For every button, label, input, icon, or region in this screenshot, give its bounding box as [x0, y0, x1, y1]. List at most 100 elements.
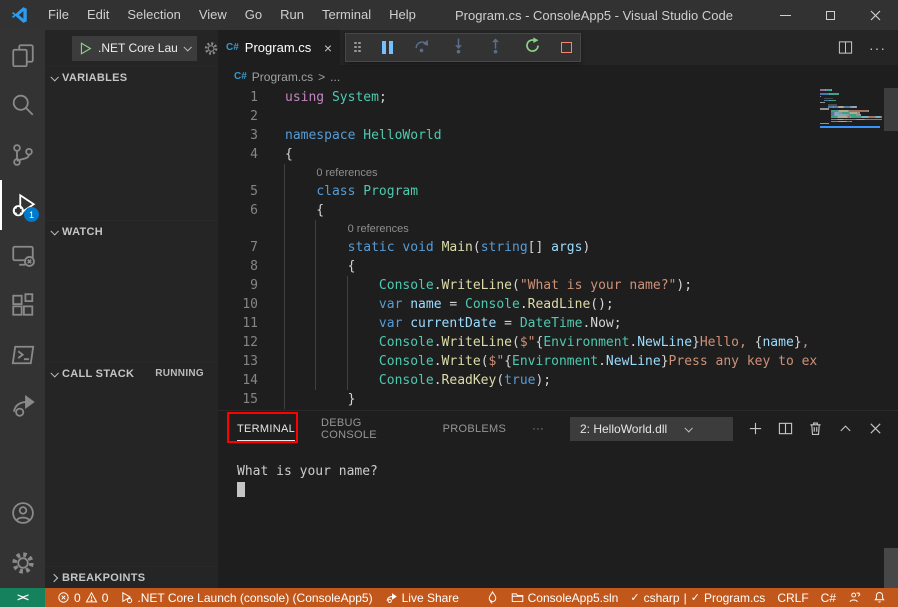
- section-breakpoints[interactable]: BREAKPOINTS: [45, 566, 218, 588]
- launch-config-dropdown[interactable]: .NET Core Lau: [72, 35, 197, 61]
- editor-scrollbar[interactable]: [884, 88, 898, 131]
- codelens-references[interactable]: 0 references: [348, 220, 409, 238]
- eol-status[interactable]: CRLF: [771, 591, 814, 605]
- split-terminal-button[interactable]: [778, 421, 793, 436]
- panel-more-tabs[interactable]: ···: [532, 411, 544, 446]
- split-editor-icon[interactable]: [838, 40, 853, 55]
- breadcrumb-file[interactable]: Program.cs: [252, 70, 313, 84]
- watch-label: WATCH: [62, 225, 104, 238]
- line-number[interactable]: 13: [218, 352, 258, 371]
- editor-more-actions[interactable]: ···: [869, 40, 886, 56]
- step-into-button[interactable]: [450, 37, 467, 59]
- tab-terminal[interactable]: TERMINAL: [237, 411, 296, 446]
- activity-terminal-powershell[interactable]: [0, 330, 45, 380]
- codelens-references[interactable]: 0 references: [316, 164, 377, 182]
- line-number[interactable]: 7: [218, 238, 258, 257]
- restart-button[interactable]: [524, 36, 541, 59]
- maximize-panel-button[interactable]: [838, 421, 853, 436]
- menu-go[interactable]: Go: [236, 0, 271, 30]
- tab-problems[interactable]: PROBLEMS: [443, 411, 507, 446]
- chevron-right-icon: [49, 573, 59, 582]
- pause-button[interactable]: [382, 41, 393, 54]
- codelens-row: 0 references: [218, 164, 818, 182]
- line-number[interactable]: 8: [218, 257, 258, 276]
- kill-terminal-button[interactable]: [808, 421, 823, 436]
- panel-scrollbar[interactable]: [884, 548, 898, 588]
- flame-status[interactable]: [480, 591, 505, 604]
- variables-label: VARIABLES: [62, 71, 128, 84]
- section-call-stack[interactable]: CALL STACK RUNNING: [45, 362, 218, 384]
- plus-icon: [749, 422, 762, 435]
- tab-bar: C# Program.cs × ···: [218, 30, 898, 65]
- line-number[interactable]: 4: [218, 145, 258, 164]
- code-line: 15 }: [218, 390, 818, 409]
- menu-terminal[interactable]: Terminal: [313, 0, 380, 30]
- tab-close-icon[interactable]: ×: [324, 40, 332, 56]
- activity-explorer[interactable]: [0, 30, 45, 80]
- powershell-icon: [11, 345, 34, 365]
- minimize-button[interactable]: [763, 0, 808, 30]
- remote-indicator[interactable]: ><: [0, 588, 45, 607]
- new-terminal-button[interactable]: [748, 421, 763, 436]
- activity-settings[interactable]: [0, 538, 45, 588]
- error-count: 0: [74, 590, 81, 605]
- line-number[interactable]: 11: [218, 314, 258, 333]
- stop-button[interactable]: [560, 42, 572, 53]
- debug-target-status[interactable]: .NET Core Launch (console) (ConsoleApp5): [114, 591, 378, 605]
- menu-file[interactable]: File: [39, 0, 78, 30]
- line-number[interactable]: 15: [218, 390, 258, 409]
- line-number[interactable]: 6: [218, 201, 258, 220]
- menu-help[interactable]: Help: [380, 0, 425, 30]
- step-over-button[interactable]: [413, 37, 430, 59]
- code-line: 4{: [218, 145, 818, 164]
- line-number[interactable]: 3: [218, 126, 258, 145]
- line-number[interactable]: 10: [218, 295, 258, 314]
- menu-edit[interactable]: Edit: [78, 0, 118, 30]
- code-line: 6 {: [218, 201, 818, 220]
- activity-live-share[interactable]: [0, 380, 45, 430]
- launch-gear-icon[interactable]: [204, 41, 218, 56]
- notifications-status[interactable]: [867, 591, 892, 604]
- tab-program-cs[interactable]: C# Program.cs ×: [218, 30, 340, 65]
- activity-extensions[interactable]: [0, 280, 45, 330]
- activity-search[interactable]: [0, 80, 45, 130]
- warning-icon: [85, 591, 98, 603]
- line-number[interactable]: 14: [218, 371, 258, 390]
- solution-status[interactable]: ConsoleApp5.sln: [505, 591, 625, 605]
- terminal-cursor: [237, 482, 245, 497]
- line-number[interactable]: 12: [218, 333, 258, 352]
- code-editor[interactable]: 1 using System; 2 3 namespace HelloWorld 4{0 …: [218, 88, 898, 410]
- tab-debug-console[interactable]: DEBUG CONSOLE: [321, 411, 417, 446]
- line-number[interactable]: 2: [218, 107, 258, 126]
- breadcrumb[interactable]: C# Program.cs > ...: [218, 65, 898, 88]
- code-text: {: [285, 203, 325, 218]
- maximize-button[interactable]: [808, 0, 853, 30]
- menu-selection[interactable]: Selection: [118, 0, 189, 30]
- menu-view[interactable]: View: [190, 0, 236, 30]
- feedback-status[interactable]: [842, 591, 867, 604]
- line-number[interactable]: 1: [218, 88, 258, 107]
- minimap[interactable]: [818, 88, 884, 410]
- activity-remote-explorer[interactable]: [0, 230, 45, 280]
- activity-accounts[interactable]: [0, 488, 45, 538]
- activity-source-control[interactable]: [0, 130, 45, 180]
- code-text: Console.Write($"{Environment.NewLine}Pre…: [378, 354, 818, 369]
- activity-run-debug[interactable]: 1: [0, 180, 45, 230]
- terminal-selector[interactable]: 2: HelloWorld.dll: [570, 416, 733, 441]
- section-watch[interactable]: WATCH: [45, 220, 218, 242]
- line-number[interactable]: 9: [218, 276, 258, 295]
- close-button[interactable]: [853, 0, 898, 30]
- toolbar-drag-handle[interactable]: [354, 41, 362, 54]
- language-status[interactable]: ✓ csharp | ✓ Program.cs: [624, 591, 771, 605]
- breadcrumb-more[interactable]: ...: [330, 70, 340, 84]
- step-out-button[interactable]: [487, 37, 504, 59]
- language-mode-status[interactable]: C#: [815, 591, 842, 605]
- terminal-output[interactable]: What is your name?: [218, 446, 898, 497]
- section-variables[interactable]: VARIABLES: [45, 66, 218, 88]
- line-number[interactable]: 5: [218, 182, 258, 201]
- live-share-status[interactable]: Live Share: [379, 591, 465, 605]
- menu-run[interactable]: Run: [271, 0, 313, 30]
- problems-status[interactable]: 0 0: [51, 591, 114, 605]
- flame-icon: [488, 591, 496, 604]
- close-panel-button[interactable]: [868, 421, 883, 436]
